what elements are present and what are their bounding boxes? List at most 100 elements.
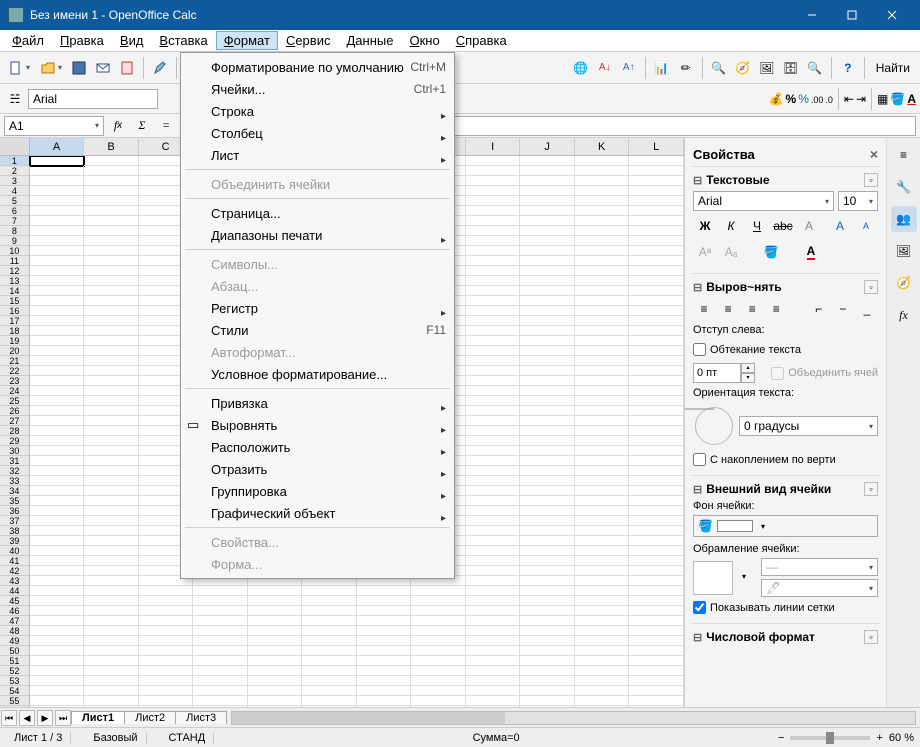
cell[interactable] [30, 496, 85, 506]
cell[interactable] [84, 346, 139, 356]
cell[interactable] [466, 646, 521, 656]
styles-picker[interactable]: ☵ [4, 88, 26, 110]
row-header[interactable]: 6 [0, 206, 30, 216]
cell[interactable] [411, 666, 466, 676]
cell[interactable] [520, 326, 575, 336]
cell[interactable] [84, 236, 139, 246]
cell[interactable] [139, 646, 194, 656]
cell[interactable] [629, 506, 684, 516]
cell[interactable] [520, 176, 575, 186]
cell[interactable] [629, 596, 684, 606]
pdf-export-button[interactable] [116, 57, 138, 79]
row-header[interactable]: 1 [0, 156, 30, 166]
cell[interactable] [466, 486, 521, 496]
cell[interactable] [84, 566, 139, 576]
cell[interactable] [520, 656, 575, 666]
cell[interactable] [629, 296, 684, 306]
border-style-combo[interactable]: — [761, 558, 878, 576]
add-decimal-button[interactable]: .00 [811, 92, 824, 106]
cell[interactable] [30, 276, 85, 286]
cell[interactable] [466, 416, 521, 426]
cell[interactable] [411, 606, 466, 616]
cell[interactable] [193, 626, 248, 636]
expand-cell-button[interactable]: ▫ [864, 482, 878, 496]
sidebar-size-combo[interactable]: 10 [838, 191, 878, 211]
orientation-combo[interactable]: 0 градусы [739, 416, 878, 436]
cell[interactable] [30, 706, 85, 707]
cell[interactable] [629, 376, 684, 386]
currency-button[interactable]: 💰 [769, 92, 784, 106]
cell[interactable] [84, 336, 139, 346]
cell[interactable] [520, 156, 575, 166]
maximize-button[interactable] [832, 0, 872, 30]
gallery-button[interactable]: 🖼 [756, 57, 778, 79]
cell[interactable] [193, 696, 248, 706]
row-header[interactable]: 38 [0, 526, 30, 536]
cell[interactable] [357, 646, 412, 656]
cell[interactable] [629, 156, 684, 166]
cell[interactable] [193, 636, 248, 646]
cell[interactable] [84, 356, 139, 366]
cell[interactable] [466, 606, 521, 616]
cell[interactable] [629, 216, 684, 226]
cell[interactable] [629, 366, 684, 376]
cell[interactable] [629, 176, 684, 186]
cell[interactable] [520, 606, 575, 616]
row-header[interactable]: 53 [0, 676, 30, 686]
cell[interactable] [84, 286, 139, 296]
cell[interactable] [466, 556, 521, 566]
menu-вставка[interactable]: Вставка [151, 31, 215, 50]
cell[interactable] [30, 556, 85, 566]
cell[interactable] [248, 586, 303, 596]
cell[interactable] [139, 636, 194, 646]
cell[interactable] [30, 186, 85, 196]
indent-input[interactable] [693, 363, 741, 383]
cell[interactable] [575, 556, 630, 566]
sheet-tab-Лист3[interactable]: Лист3 [175, 711, 227, 724]
cell[interactable] [30, 396, 85, 406]
menuitem--[interactable]: Расположить [181, 436, 454, 458]
cell[interactable] [30, 236, 85, 246]
cell[interactable] [30, 286, 85, 296]
cell[interactable] [466, 186, 521, 196]
grow-font-button[interactable]: A [828, 215, 852, 237]
cell[interactable] [575, 396, 630, 406]
cell[interactable] [30, 316, 85, 326]
cell[interactable] [520, 166, 575, 176]
cell[interactable] [248, 676, 303, 686]
cell[interactable] [466, 506, 521, 516]
cell[interactable] [193, 656, 248, 666]
cell[interactable] [466, 466, 521, 476]
cell[interactable] [84, 636, 139, 646]
function-wizard-button[interactable]: fx [108, 116, 128, 136]
cell[interactable] [30, 576, 85, 586]
cell[interactable] [193, 706, 248, 707]
row-header[interactable]: 34 [0, 486, 30, 496]
cell[interactable] [357, 696, 412, 706]
row-header[interactable]: 52 [0, 666, 30, 676]
cell[interactable] [84, 296, 139, 306]
cell[interactable] [629, 576, 684, 586]
cell[interactable] [629, 186, 684, 196]
cell[interactable] [30, 376, 85, 386]
wrap-checkbox[interactable] [693, 343, 706, 356]
cell[interactable] [520, 566, 575, 576]
cell[interactable] [629, 656, 684, 666]
cell[interactable] [411, 706, 466, 707]
cell[interactable] [139, 696, 194, 706]
cell[interactable] [466, 526, 521, 536]
gallery-tab[interactable]: 🖼 [891, 238, 917, 264]
cell[interactable] [629, 306, 684, 316]
zoom-button[interactable]: 🔍 [804, 57, 826, 79]
cell[interactable] [575, 316, 630, 326]
cell[interactable] [30, 256, 85, 266]
cell[interactable] [30, 156, 85, 166]
cell[interactable] [139, 596, 194, 606]
cell[interactable] [466, 596, 521, 606]
cell[interactable] [30, 536, 85, 546]
cell[interactable] [30, 306, 85, 316]
expand-align-button[interactable]: ▫ [864, 280, 878, 294]
valign-top-button[interactable]: ⌐ [808, 298, 830, 320]
cell[interactable] [84, 476, 139, 486]
cell[interactable] [466, 336, 521, 346]
